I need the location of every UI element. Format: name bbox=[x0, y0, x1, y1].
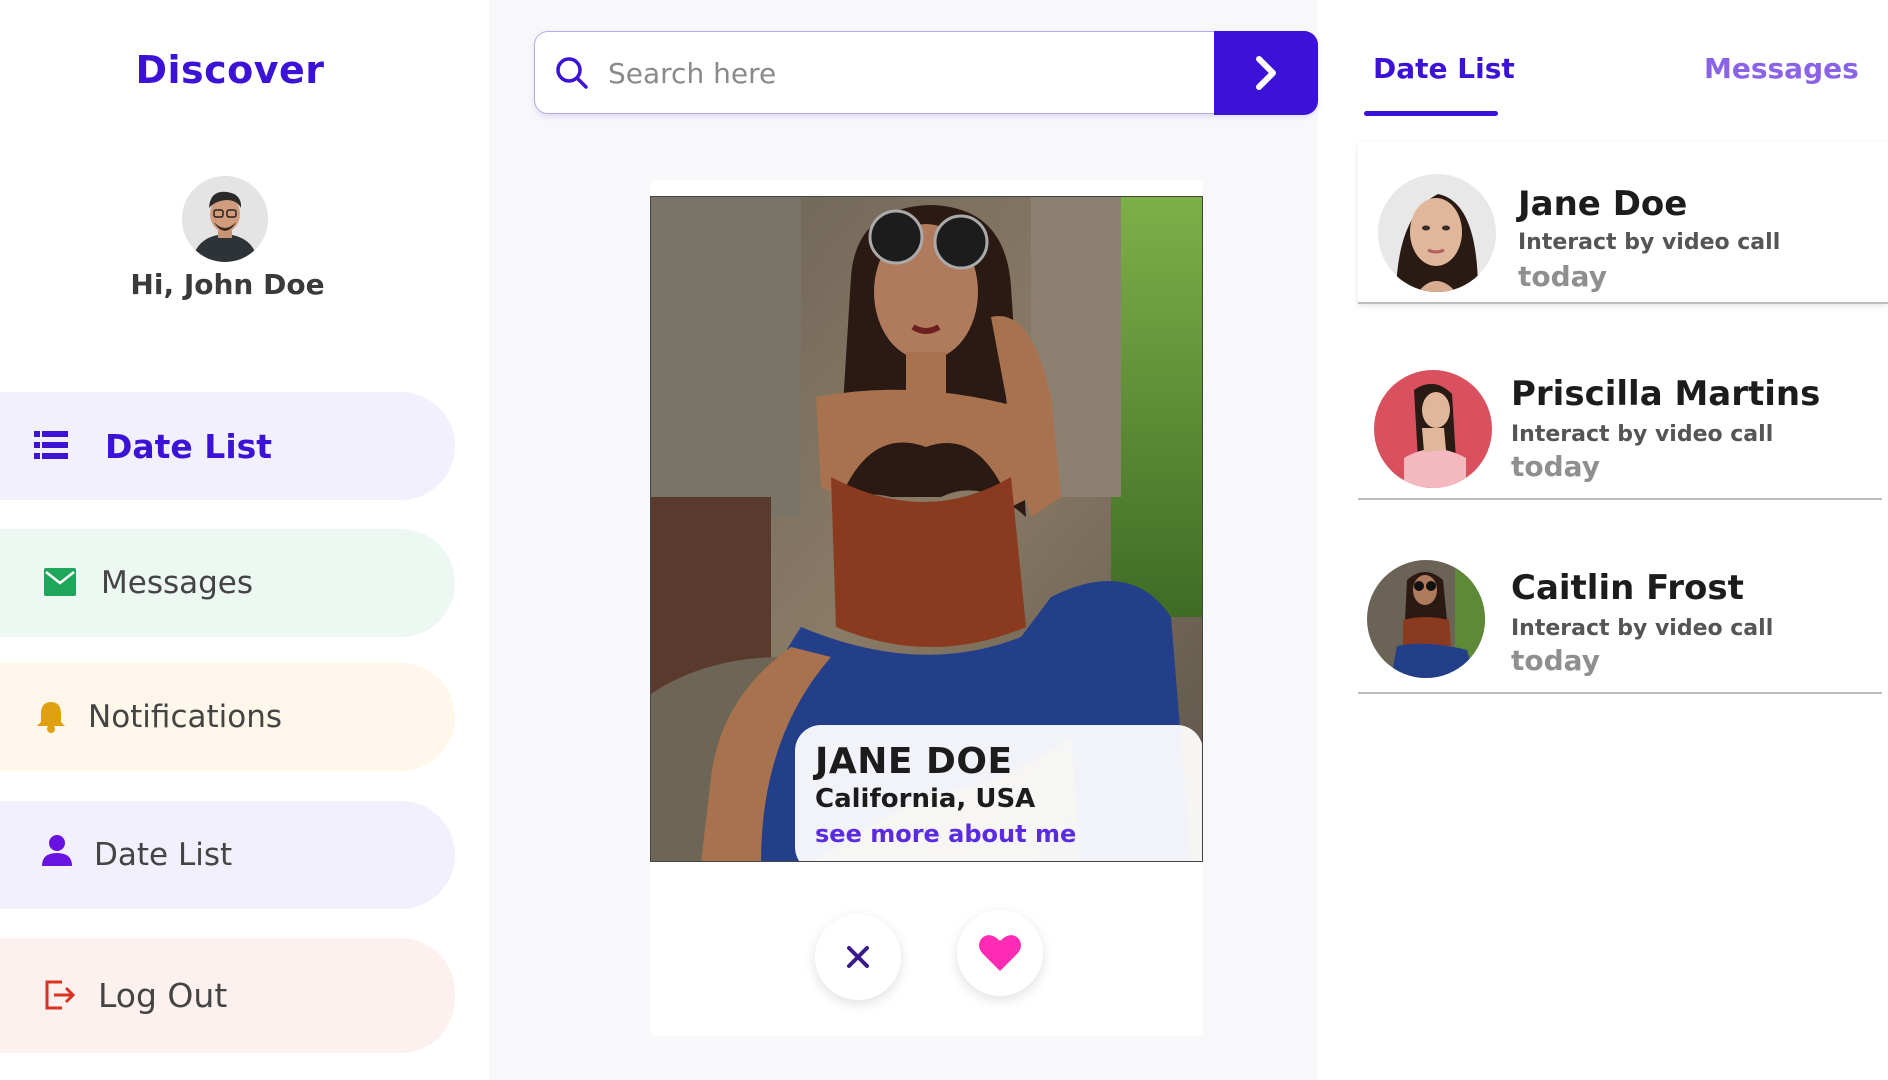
match-item[interactable]: Jane Doe Interact by video call today bbox=[1358, 142, 1888, 304]
tab-date-list[interactable]: Date List bbox=[1373, 52, 1515, 85]
match-time: today bbox=[1511, 644, 1600, 677]
match-subtitle: Interact by video call bbox=[1518, 230, 1781, 255]
right-panel: Date List Messages Jane Doe Interact by … bbox=[1358, 0, 1888, 1080]
profile-avatar[interactable] bbox=[182, 176, 268, 262]
match-time: today bbox=[1511, 450, 1600, 483]
match-subtitle: Interact by video call bbox=[1511, 616, 1774, 641]
match-time: today bbox=[1518, 260, 1607, 293]
tab-messages[interactable]: Messages bbox=[1704, 52, 1859, 85]
sidebar: Discover Hi, John Doe Date List Messages… bbox=[0, 0, 455, 1080]
search-bar bbox=[534, 31, 1318, 115]
see-more-link[interactable]: see more about me bbox=[815, 820, 1183, 848]
sidebar-item-label: Log Out bbox=[98, 976, 228, 1015]
main-feed: JANE DOE California, USA see more about … bbox=[489, 0, 1318, 1080]
profile-photo[interactable]: JANE DOE California, USA see more about … bbox=[650, 196, 1203, 862]
greeting-text: Hi, John Doe bbox=[130, 268, 325, 301]
bell-icon bbox=[34, 699, 70, 735]
logout-icon bbox=[44, 978, 80, 1014]
sidebar-item-label: Messages bbox=[101, 565, 254, 601]
profile-info: JANE DOE California, USA see more about … bbox=[795, 725, 1202, 861]
profile-card: JANE DOE California, USA see more about … bbox=[650, 180, 1203, 1036]
chevron-right-icon bbox=[1251, 53, 1281, 93]
match-item[interactable]: Caitlin Frost Interact by video call tod… bbox=[1358, 548, 1882, 694]
sidebar-item-label: Notifications bbox=[88, 699, 283, 735]
sidebar-item-date-list[interactable]: Date List bbox=[0, 392, 455, 500]
sidebar-item-messages[interactable]: Messages bbox=[0, 529, 455, 637]
avatar bbox=[1367, 560, 1485, 678]
profile-location: California, USA bbox=[815, 784, 1036, 814]
sidebar-item-label: Date List bbox=[105, 426, 273, 466]
envelope-icon bbox=[44, 566, 80, 602]
app: Discover Hi, John Doe Date List Messages… bbox=[0, 0, 1888, 1080]
match-name: Caitlin Frost bbox=[1511, 568, 1744, 608]
match-subtitle: Interact by video call bbox=[1511, 422, 1774, 447]
match-name: Jane Doe bbox=[1518, 184, 1688, 224]
profile-name: JANE DOE bbox=[815, 741, 1013, 782]
heart-icon bbox=[978, 933, 1022, 973]
match-item[interactable]: Priscilla Martins Interact by video call… bbox=[1358, 354, 1882, 500]
brand-title: Discover bbox=[135, 48, 325, 92]
sidebar-item-label: Date List bbox=[94, 837, 233, 873]
avatar bbox=[1374, 370, 1492, 488]
list-icon bbox=[34, 428, 70, 464]
search-input[interactable] bbox=[608, 44, 1168, 102]
user-icon bbox=[40, 833, 76, 869]
search-icon bbox=[553, 54, 591, 92]
sidebar-item-date-list-2[interactable]: Date List bbox=[0, 801, 455, 909]
reject-button[interactable] bbox=[815, 914, 901, 1000]
avatar bbox=[1378, 174, 1496, 292]
active-tab-indicator bbox=[1364, 111, 1498, 116]
match-name: Priscilla Martins bbox=[1511, 374, 1821, 414]
sidebar-item-notifications[interactable]: Notifications bbox=[0, 663, 455, 771]
like-button[interactable] bbox=[957, 910, 1043, 996]
close-icon bbox=[846, 945, 870, 969]
search-submit-button[interactable] bbox=[1214, 31, 1318, 115]
sidebar-item-logout[interactable]: Log Out bbox=[0, 938, 455, 1053]
